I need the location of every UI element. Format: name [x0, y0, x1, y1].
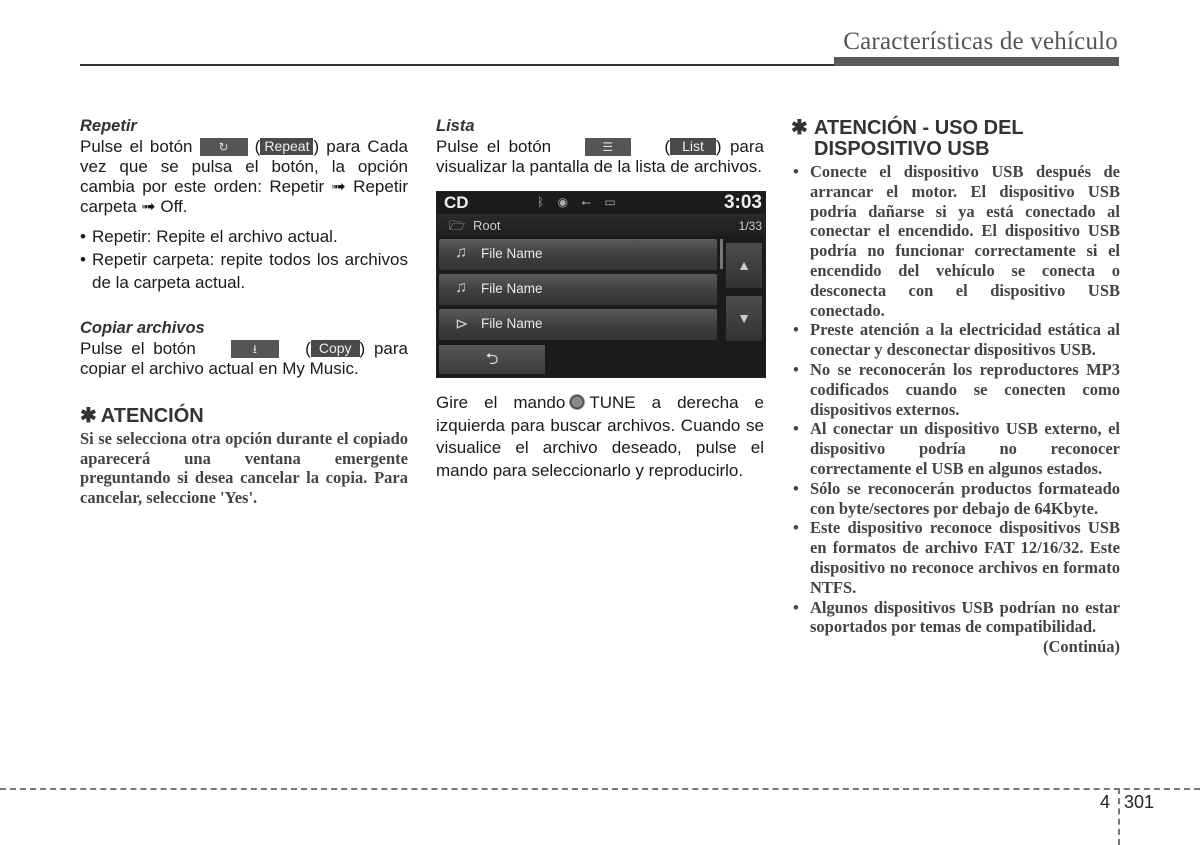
- clock: 3:03: [723, 192, 762, 213]
- file-row[interactable]: ♫ File Name: [439, 239, 717, 270]
- attention-section: ✱ ATENCIÓN Si se selecciona otra opción d…: [80, 405, 408, 508]
- list-item: Algunos dispositivos USB podrían no esta…: [791, 598, 1120, 638]
- usb-attention-heading: ✱ ATENCIÓN - USO DEL DISPOSITIVO USB: [791, 118, 1120, 160]
- aux-icon: ▭: [604, 195, 616, 209]
- status-icons: ᛒ ◉ ⭠ ▭: [537, 195, 626, 210]
- column-2: Lista Pulse el botón ☰ (List) para visua…: [436, 116, 766, 482]
- column-3: ✱ ATENCIÓN - USO DEL DISPOSITIVO USB Cone…: [791, 118, 1120, 657]
- footer-divider: [1118, 788, 1120, 845]
- copy-section: Copiar archivos Pulse el botón ⭳ (Copy) …: [80, 318, 408, 379]
- track-count: 1/33: [738, 219, 762, 233]
- music-note-icon: ♫: [455, 244, 467, 261]
- list-text-before: Pulse el botón: [436, 137, 552, 156]
- copy-button-image: ⭳: [230, 339, 279, 358]
- list-item: Repetir carpeta: repite todos los archiv…: [80, 248, 408, 294]
- scrollbar[interactable]: [720, 239, 723, 269]
- file-name: File Name: [481, 316, 543, 331]
- copy-icon: ⭳: [252, 341, 257, 356]
- repeat-tag: Repeat: [260, 138, 314, 156]
- triangle-up-icon: ▲: [737, 257, 751, 273]
- list-heading: Lista: [436, 117, 475, 135]
- list-item: Preste atención a la electricidad estáti…: [791, 320, 1120, 360]
- list-paragraph: Pulse el botón ☰ (List) para visualizar …: [436, 137, 764, 176]
- list-item: Al conectar un dispositivo USB externo, …: [791, 419, 1120, 478]
- file-list-screen: CD ᛒ ◉ ⭠ ▭ 3:03 🗁 Root 1/33 ♫ File Name …: [436, 191, 766, 378]
- usb-attention-list: Conecte el dispositivo USB después de ar…: [791, 162, 1120, 637]
- status-bar: CD ᛒ ◉ ⭠ ▭ 3:03: [437, 192, 765, 214]
- copy-heading: Copiar archivos: [80, 319, 205, 337]
- chapter-number: 4: [1100, 792, 1111, 812]
- tune-text-before: Gire el mando: [436, 393, 566, 412]
- back-arrow-icon: ⮌: [485, 351, 499, 368]
- list-icon: ☰: [602, 139, 614, 154]
- list-button-image: ☰: [584, 137, 631, 156]
- repeat-paragraph: Pulse el botón ↻ (Repeat) para Cada vez …: [80, 137, 408, 216]
- copy-text-before: Pulse el botón: [80, 339, 196, 358]
- list-section: Lista Pulse el botón ☰ (List) para visua…: [436, 116, 764, 177]
- triangle-down-icon: ▼: [737, 310, 751, 326]
- list-item: Repetir: Repite el archivo actual.: [80, 225, 408, 248]
- repeat-heading: Repetir: [80, 117, 137, 135]
- back-button[interactable]: ⮌: [439, 345, 545, 374]
- bluetooth-icon: ᛒ: [537, 195, 545, 209]
- list-item: Este dispositivo reconoce dispositivos U…: [791, 518, 1120, 597]
- asterisk-icon: ✱: [80, 405, 97, 427]
- header-rule-accent: [834, 57, 1119, 66]
- repeat-text-before: Pulse el botón: [80, 137, 193, 156]
- repeat-section: Repetir Pulse el botón ↻ (Repeat) para C…: [80, 116, 408, 294]
- path-bar: 🗁 Root 1/33: [437, 214, 765, 236]
- list-tag: List: [670, 138, 716, 156]
- list-item: Sólo se reconocerán productos formateado…: [791, 479, 1120, 519]
- file-row[interactable]: ⊳ File Name: [439, 309, 717, 340]
- column-1: Repetir Pulse el botón ↻ (Repeat) para C…: [80, 116, 408, 508]
- play-circle-icon: ⊳: [455, 316, 469, 333]
- attention-heading-text: ATENCIÓN: [100, 405, 204, 427]
- file-name: File Name: [481, 246, 543, 261]
- section-title: Características de vehículo: [843, 28, 1118, 55]
- tune-knob-icon: [569, 393, 586, 410]
- continued-label: (Continúa): [1042, 637, 1120, 657]
- folder-icon: 🗁: [449, 218, 466, 233]
- list-item: No se reconocerán los reproductores MP3 …: [791, 360, 1120, 419]
- file-row[interactable]: ♫ File Name: [439, 274, 717, 305]
- page-number: 301: [1124, 792, 1155, 812]
- asterisk-icon: ✱: [791, 117, 808, 139]
- copy-tag: Copy: [310, 340, 360, 358]
- scroll-down-button[interactable]: ▼: [726, 296, 762, 341]
- header-rule: [80, 64, 836, 66]
- repeat-icon: ↻: [218, 139, 229, 154]
- file-name: File Name: [481, 281, 543, 296]
- repeat-button-image: ↻: [199, 137, 248, 156]
- copy-paragraph: Pulse el botón ⭳ (Copy) para copiar el a…: [80, 339, 408, 378]
- disc-icon: ◉: [557, 195, 569, 209]
- attention-body: Si se selecciona otra opción durante el …: [80, 429, 408, 508]
- scroll-up-button[interactable]: ▲: [726, 243, 762, 288]
- source-label: CD: [444, 193, 469, 212]
- music-note-icon: ♫: [455, 279, 467, 296]
- repeat-options-list: Repetir: Repite el archivo actual. Repet…: [80, 225, 408, 294]
- usb-attention-heading-text: ATENCIÓN - USO DEL DISPOSITIVO USB: [814, 117, 1024, 160]
- tune-paragraph: Gire el mando TUNE a derecha e izquierda …: [436, 392, 764, 482]
- attention-heading: ✱ ATENCIÓN: [80, 405, 408, 427]
- list-item: Conecte el dispositivo USB después de ar…: [791, 162, 1120, 320]
- footer-rule: [0, 788, 1200, 790]
- usb-icon: ⭠: [581, 195, 591, 209]
- folder-path: Root: [473, 218, 501, 233]
